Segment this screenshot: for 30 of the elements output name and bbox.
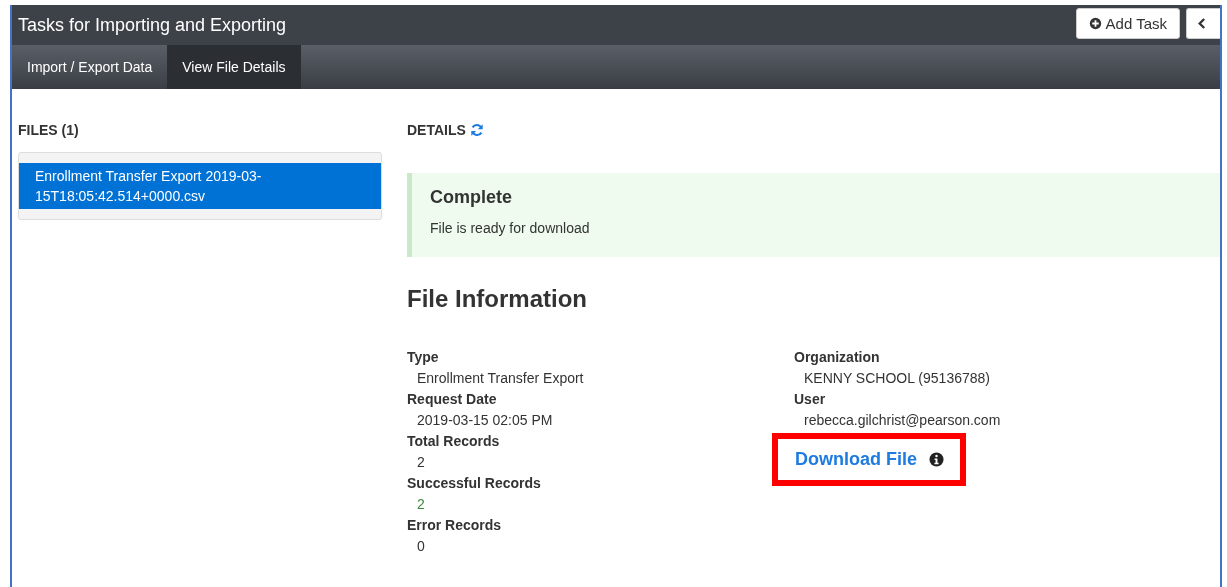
chevron-left-icon (1197, 17, 1206, 30)
field-value: rebecca.gilchrist@pearson.com (803, 411, 1002, 430)
status-message: File is ready for download (430, 220, 591, 236)
field-label: Type (407, 348, 440, 367)
details-heading: DETAILS (407, 122, 466, 138)
download-link[interactable]: Download File (795, 449, 917, 470)
field-value: 2019-03-15 02:05 PM (416, 411, 554, 430)
window-title: Tasks for Importing and Exporting (18, 14, 287, 36)
files-heading: FILES (1) (18, 122, 80, 138)
tab[interactable]: View File Details (167, 45, 301, 89)
field-label: Total Records (407, 432, 501, 451)
field-value: Enrollment Transfer Export (416, 369, 585, 388)
field-label: Request Date (407, 390, 498, 409)
tab[interactable]: Import / Export Data (12, 45, 168, 89)
section-heading: File Information (407, 285, 588, 313)
field-label: Successful Records (407, 474, 542, 493)
field-label: Error Records (407, 516, 503, 535)
info-icon[interactable] (929, 452, 944, 467)
field-label: User (794, 390, 827, 409)
field-value: 2 (416, 495, 426, 514)
field-value: KENNY SCHOOL (95136788) (803, 369, 991, 388)
add-task-button[interactable]: Add Task (1075, 8, 1180, 39)
back-button[interactable] (1186, 8, 1220, 39)
status-title: Complete (430, 187, 513, 208)
field-value: 2 (416, 453, 426, 472)
field-value: 0 (416, 537, 426, 556)
field-label: Organization (794, 348, 881, 367)
refresh-icon[interactable] (469, 123, 484, 137)
file-item[interactable]: Enrollment Transfer Export 2019-03-15T18:05:42.514+0000.csv (19, 163, 381, 209)
plus-circle-icon (1088, 17, 1102, 30)
